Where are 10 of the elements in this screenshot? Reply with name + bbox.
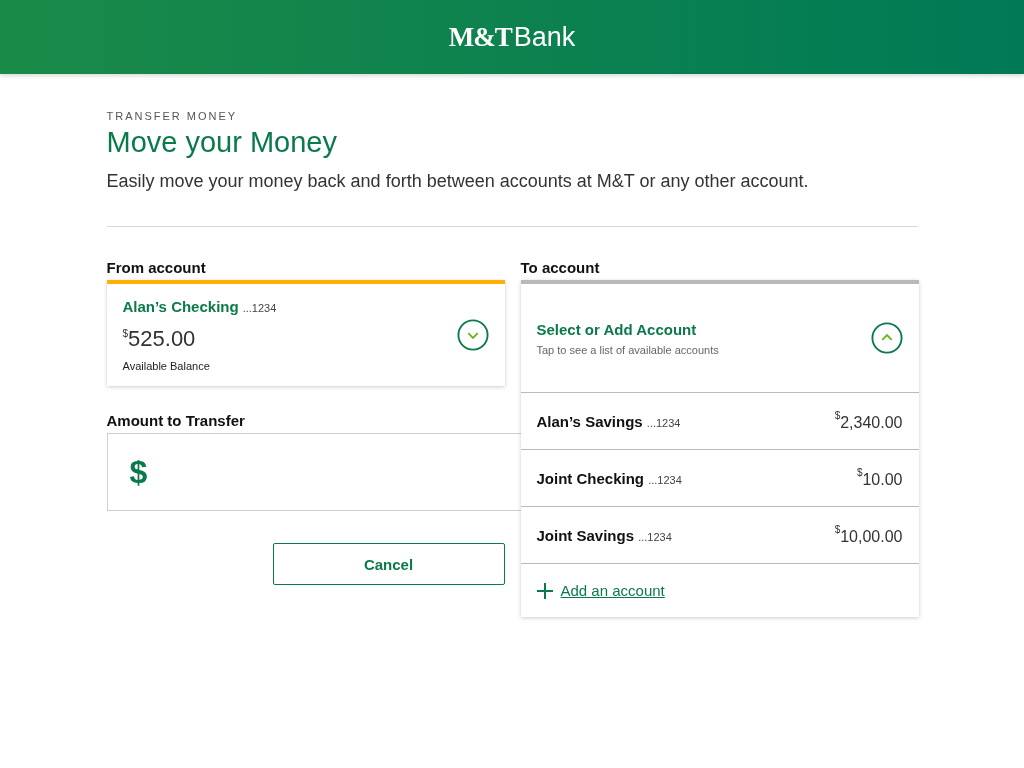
field-label: From account [106, 259, 206, 276]
section-eyebrow: TRANSFER MONEY [106, 110, 239, 122]
balance-label: Available Balance [122, 360, 211, 372]
page-description: Easily move your money back and forth between accounts at M&T or any other account. [106, 171, 810, 192]
account-name: Alan’s Checking [122, 298, 239, 315]
account-number: ...1234 [242, 302, 277, 314]
field-label: Amount to Transfer [106, 412, 245, 429]
page-title: Move your Money [106, 126, 338, 159]
field-label: To account [520, 259, 600, 276]
account-balance: $^{$}$525.00 [122, 326, 197, 352]
